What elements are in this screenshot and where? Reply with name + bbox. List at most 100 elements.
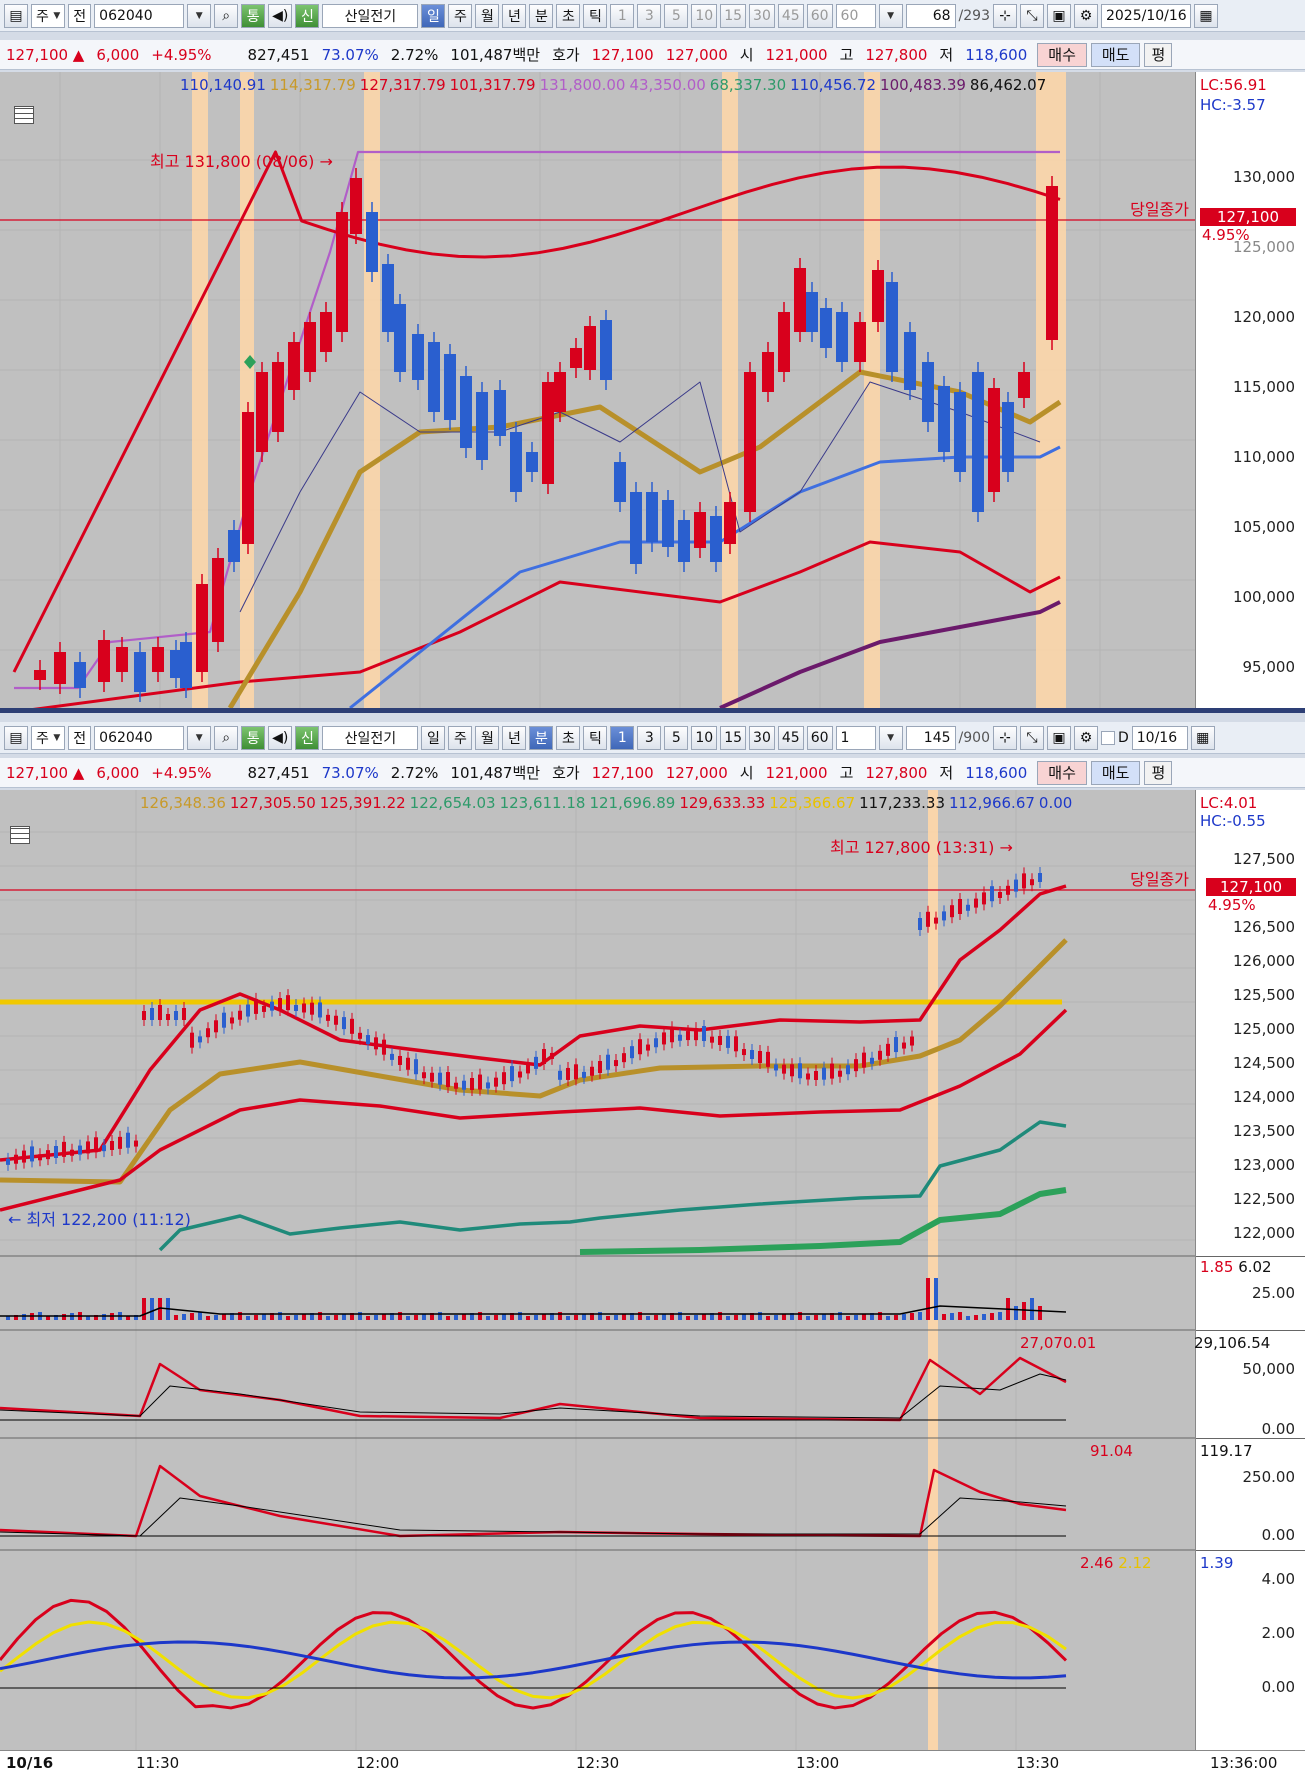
eval-button[interactable]: 평 xyxy=(1144,42,1173,67)
candle-body xyxy=(904,332,916,390)
volume-bar xyxy=(726,1316,730,1320)
chevron-down-icon[interactable]: ▼ xyxy=(878,725,903,750)
volume-bar xyxy=(382,1314,386,1320)
interval-10[interactable]: 10 xyxy=(691,3,718,28)
daily-tick: 95,000 xyxy=(1242,658,1296,676)
window-menu-icon[interactable]: ▤ xyxy=(4,725,28,750)
interval-30[interactable]: 30 xyxy=(749,3,775,28)
interval-10[interactable]: 10 xyxy=(691,725,718,750)
candle-body xyxy=(838,1070,842,1077)
ind3-blue-line xyxy=(0,1640,1067,1680)
pane-divider[interactable] xyxy=(0,708,1305,713)
volume-bar xyxy=(654,1315,658,1320)
buy-button[interactable]: 매수 xyxy=(1037,42,1087,67)
volume-bar xyxy=(606,1316,610,1320)
interval-3[interactable]: 3 xyxy=(637,3,662,28)
daily-chart[interactable]: 110,140.91 114,317.79 127,317.79 101,317.79… xyxy=(0,72,1195,708)
chevron-down-icon[interactable]: ▼ xyxy=(878,3,903,28)
data-table-icon[interactable] xyxy=(10,826,30,844)
search-icon[interactable]: ⌕ xyxy=(214,3,239,28)
interval-45[interactable]: 45 xyxy=(777,725,804,750)
type-select[interactable]: 주 ▼ xyxy=(31,3,66,28)
date-input[interactable]: 2025/10/16 xyxy=(1100,3,1191,28)
tong-button[interactable]: 통 xyxy=(241,3,266,28)
interval-select[interactable]: 1 xyxy=(835,725,876,750)
window-menu-icon[interactable]: ▤ xyxy=(4,3,28,28)
type-select[interactable]: 주 ▼ xyxy=(31,725,66,750)
period-month[interactable]: 월 xyxy=(475,3,500,28)
prefix-label[interactable]: 전 xyxy=(68,725,92,750)
period-week[interactable]: 주 xyxy=(448,725,473,750)
crosshair-icon[interactable]: ⊹ xyxy=(992,725,1017,750)
candle-body xyxy=(638,1039,642,1055)
interval-15[interactable]: 15 xyxy=(720,3,747,28)
period-minute[interactable]: 분 xyxy=(529,725,554,750)
period-day[interactable]: 일 xyxy=(421,725,446,750)
daily-tick: 130,000 xyxy=(1232,168,1295,186)
candle-body xyxy=(288,342,300,390)
count-input[interactable]: 68 xyxy=(905,3,956,28)
candle-body xyxy=(566,1067,570,1080)
sell-button[interactable]: 매도 xyxy=(1090,42,1141,67)
save-icon[interactable]: ▣ xyxy=(1046,725,1071,750)
save-icon[interactable]: ▣ xyxy=(1046,3,1071,28)
calendar-icon[interactable]: ▦ xyxy=(1190,725,1215,750)
interval-15[interactable]: 15 xyxy=(720,725,747,750)
zoom-icon[interactable]: ⤡ xyxy=(1019,3,1044,28)
search-icon[interactable]: ⌕ xyxy=(214,725,239,750)
date-input[interactable]: 10/16 xyxy=(1131,725,1188,750)
candle-body xyxy=(412,334,424,380)
speaker-icon[interactable]: ◀) xyxy=(268,725,293,750)
prefix-label[interactable]: 전 xyxy=(68,3,92,28)
period-minute[interactable]: 분 xyxy=(529,3,554,28)
volume-bar xyxy=(782,1314,786,1320)
minute-chart[interactable]: 126,348.36 127,305.50 125,391.22 122,654.03… xyxy=(0,790,1195,1750)
shin-button[interactable]: 신 xyxy=(295,3,320,28)
vol-legend: 1.85 6.02 xyxy=(1200,1258,1272,1276)
candle-body xyxy=(326,1014,330,1021)
gear-icon[interactable]: ⚙ xyxy=(1073,725,1098,750)
zoom-icon[interactable]: ⤡ xyxy=(1019,725,1044,750)
interval-select[interactable]: 60 xyxy=(835,3,876,28)
interval-45[interactable]: 45 xyxy=(777,3,804,28)
sell-button[interactable]: 매도 xyxy=(1090,760,1141,785)
period-tick[interactable]: 틱 xyxy=(583,3,608,28)
d-checkbox[interactable] xyxy=(1100,730,1115,745)
period-tick[interactable]: 틱 xyxy=(583,725,608,750)
candle-body xyxy=(476,392,488,460)
candle-body xyxy=(422,1072,426,1079)
stock-code-input[interactable]: 062040 xyxy=(94,725,185,750)
code-dropdown[interactable]: ▼ xyxy=(187,3,212,28)
period-second[interactable]: 초 xyxy=(556,725,581,750)
period-week[interactable]: 주 xyxy=(448,3,473,28)
count-input[interactable]: 145 xyxy=(905,725,956,750)
period-day[interactable]: 일 xyxy=(421,3,446,28)
interval-30[interactable]: 30 xyxy=(749,725,775,750)
period-month[interactable]: 월 xyxy=(475,725,500,750)
code-dropdown[interactable]: ▼ xyxy=(187,725,212,750)
speaker-icon[interactable]: ◀) xyxy=(268,3,293,28)
candle-body xyxy=(894,1037,898,1053)
shin-button[interactable]: 신 xyxy=(295,725,320,750)
period-year[interactable]: 년 xyxy=(502,725,527,750)
interval-1[interactable]: 1 xyxy=(610,725,635,750)
minute-low-marker: ← 최저 122,200 (11:12) xyxy=(8,1210,191,1229)
interval-1[interactable]: 1 xyxy=(610,3,635,28)
interval-5[interactable]: 5 xyxy=(664,725,689,750)
volume: 827,451 xyxy=(247,45,310,64)
interval-60[interactable]: 60 xyxy=(806,725,833,750)
data-table-icon[interactable] xyxy=(14,106,34,124)
crosshair-icon[interactable]: ⊹ xyxy=(992,3,1017,28)
period-second[interactable]: 초 xyxy=(556,3,581,28)
interval-3[interactable]: 3 xyxy=(637,725,662,750)
stock-code-input[interactable]: 062040 xyxy=(94,3,185,28)
eval-button[interactable]: 평 xyxy=(1144,760,1173,785)
interval-60[interactable]: 60 xyxy=(806,3,833,28)
tong-button[interactable]: 통 xyxy=(241,725,266,750)
period-year[interactable]: 년 xyxy=(502,3,527,28)
calendar-icon[interactable]: ▦ xyxy=(1193,3,1218,28)
buy-button[interactable]: 매수 xyxy=(1037,760,1087,785)
interval-5[interactable]: 5 xyxy=(664,3,689,28)
gear-icon[interactable]: ⚙ xyxy=(1073,3,1098,28)
legend-9: 86,462.07 xyxy=(969,76,1047,94)
